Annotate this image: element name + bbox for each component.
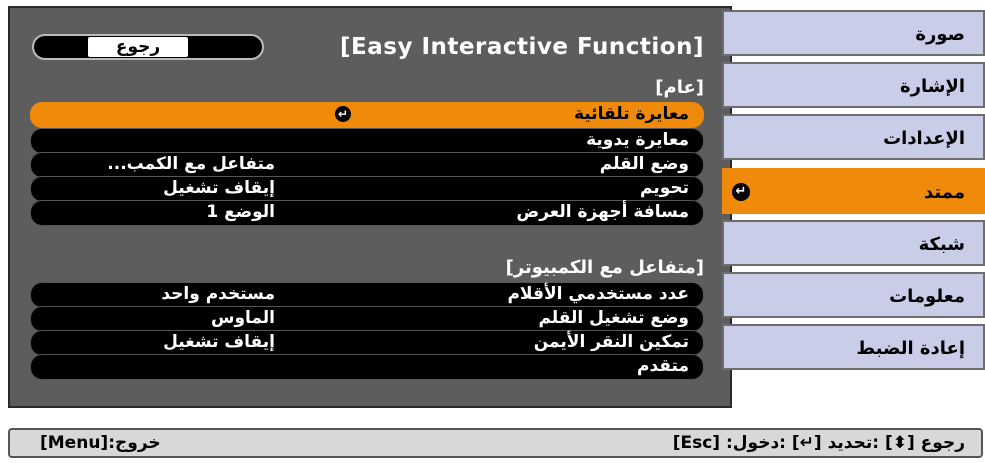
menu-panel: رجوع [Easy Interactive Function] [عام] م… <box>8 6 732 408</box>
tab-label: الإعدادات <box>883 128 965 149</box>
enter-icon: ↵ <box>335 106 351 122</box>
row-value: إيقاف تشغيل <box>163 178 275 198</box>
row-pen-operation-mode[interactable]: وضع تشغيل القلم الماوس <box>30 306 704 332</box>
row-label: متقدم <box>637 356 689 376</box>
row-label: معايرة تلقائية <box>574 104 689 124</box>
row-auto-calibration[interactable]: معايرة تلقائية ↵ <box>30 102 704 128</box>
row-value: متفاعل مع الكمب... <box>107 154 275 174</box>
row-right-click[interactable]: تمكين النقر الأيمن إيقاف تشغيل <box>30 330 704 356</box>
row-value: إيقاف تشغيل <box>163 332 275 352</box>
section-general-title: [عام] <box>655 77 704 98</box>
tab-label: إعادة الضبط <box>856 338 965 359</box>
row-value: مستخدم واحد <box>161 284 275 304</box>
help-bar: [Menu]:خروج [Esc] :رجوع [⬍] :تحديد [↵] :… <box>8 428 983 458</box>
row-advanced[interactable]: متقدم <box>30 354 704 380</box>
exit-hint: [Menu]:خروج <box>40 433 161 453</box>
tab-label: الإشارة <box>899 76 965 97</box>
menu-content: رجوع [Easy Interactive Function] [عام] م… <box>30 18 704 386</box>
back-button[interactable]: رجوع <box>32 34 264 60</box>
enter-icon: ↵ <box>732 183 750 201</box>
row-manual-calibration[interactable]: معايرة يدوية <box>30 128 704 154</box>
row-label: مسافة أجهزة العرض <box>516 202 689 222</box>
tab-reset[interactable]: إعادة الضبط <box>722 324 985 370</box>
page-title: [Easy Interactive Function] <box>340 34 704 60</box>
row-value: الوضع 1 <box>206 202 275 222</box>
tab-extended[interactable]: ↵ ممتد <box>722 168 985 214</box>
tab-label: ممتد <box>924 182 965 203</box>
row-label: وضع القلم <box>599 154 689 174</box>
tab-signal[interactable]: الإشارة <box>722 62 985 108</box>
row-label: وضع تشغيل القلم <box>538 308 689 328</box>
tab-label: صورة <box>915 24 965 45</box>
row-pen-users[interactable]: عدد مستخدمي الأقلام مستخدم واحد <box>30 282 704 308</box>
tab-label: معلومات <box>889 286 965 307</box>
tab-network[interactable]: شبكة <box>722 220 985 266</box>
back-button-label: رجوع <box>88 37 188 57</box>
tab-label: شبكة <box>918 234 965 255</box>
menu-header: رجوع [Easy Interactive Function] <box>30 32 704 62</box>
row-pen-mode[interactable]: وضع القلم متفاعل مع الكمب... <box>30 152 704 178</box>
tab-image[interactable]: صورة <box>722 10 985 56</box>
tab-settings[interactable]: الإعدادات <box>722 114 985 160</box>
row-value: الماوس <box>210 308 275 328</box>
row-projector-distance[interactable]: مسافة أجهزة العرض الوضع 1 <box>30 200 704 226</box>
row-label: معايرة يدوية <box>586 130 689 150</box>
section-pc-title: [متفاعل مع الكمبيوتر] <box>505 257 704 278</box>
row-label: تحويم <box>639 178 689 198</box>
navigation-hint: [Esc] :رجوع [⬍] :تحديد [↵] :دخول <box>672 433 965 453</box>
tab-info[interactable]: معلومات <box>722 272 985 318</box>
menu-tabs: صورة الإشارة الإعدادات ↵ ممتد شبكة معلوم… <box>722 10 985 370</box>
row-hover[interactable]: تحويم إيقاف تشغيل <box>30 176 704 202</box>
row-label: تمكين النقر الأيمن <box>533 332 689 352</box>
row-label: عدد مستخدمي الأقلام <box>507 284 689 304</box>
